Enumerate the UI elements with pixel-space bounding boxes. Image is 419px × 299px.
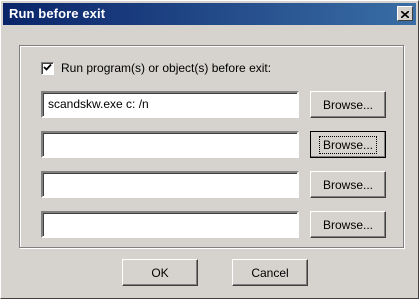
run-before-exit-option[interactable]: Run program(s) or object(s) before exit: <box>41 61 271 75</box>
close-button[interactable] <box>397 6 413 21</box>
run-before-exit-checkbox[interactable] <box>41 61 54 75</box>
program-field-1[interactable]: scandskw.exe c: /n <box>41 91 299 118</box>
browse-button-label: Browse... <box>322 97 373 112</box>
browse-button-3[interactable]: Browse... <box>310 171 386 198</box>
browse-button-4[interactable]: Browse... <box>310 211 386 238</box>
ok-button[interactable]: OK <box>122 259 198 286</box>
program-field-3[interactable] <box>41 171 299 198</box>
browse-button-2[interactable]: Browse... <box>310 131 386 158</box>
browse-button-1[interactable]: Browse... <box>310 91 386 118</box>
cancel-button[interactable]: Cancel <box>232 259 308 286</box>
run-before-exit-dialog: Run before exit Run program(s) or object… <box>0 0 419 299</box>
browse-button-label: Browse... <box>322 177 373 192</box>
program-field-2[interactable] <box>41 131 299 158</box>
program-field-4[interactable] <box>41 211 299 238</box>
window-title: Run before exit <box>9 6 106 21</box>
close-icon <box>400 7 410 21</box>
run-before-exit-label: Run program(s) or object(s) before exit: <box>61 61 272 75</box>
browse-button-label: Browse... <box>322 217 373 232</box>
cancel-button-label: Cancel <box>251 265 289 280</box>
ok-button-label: OK <box>151 265 169 280</box>
browse-button-label: Browse... <box>318 135 377 154</box>
title-bar[interactable]: Run before exit <box>3 3 416 25</box>
checkmark-icon <box>43 61 52 75</box>
